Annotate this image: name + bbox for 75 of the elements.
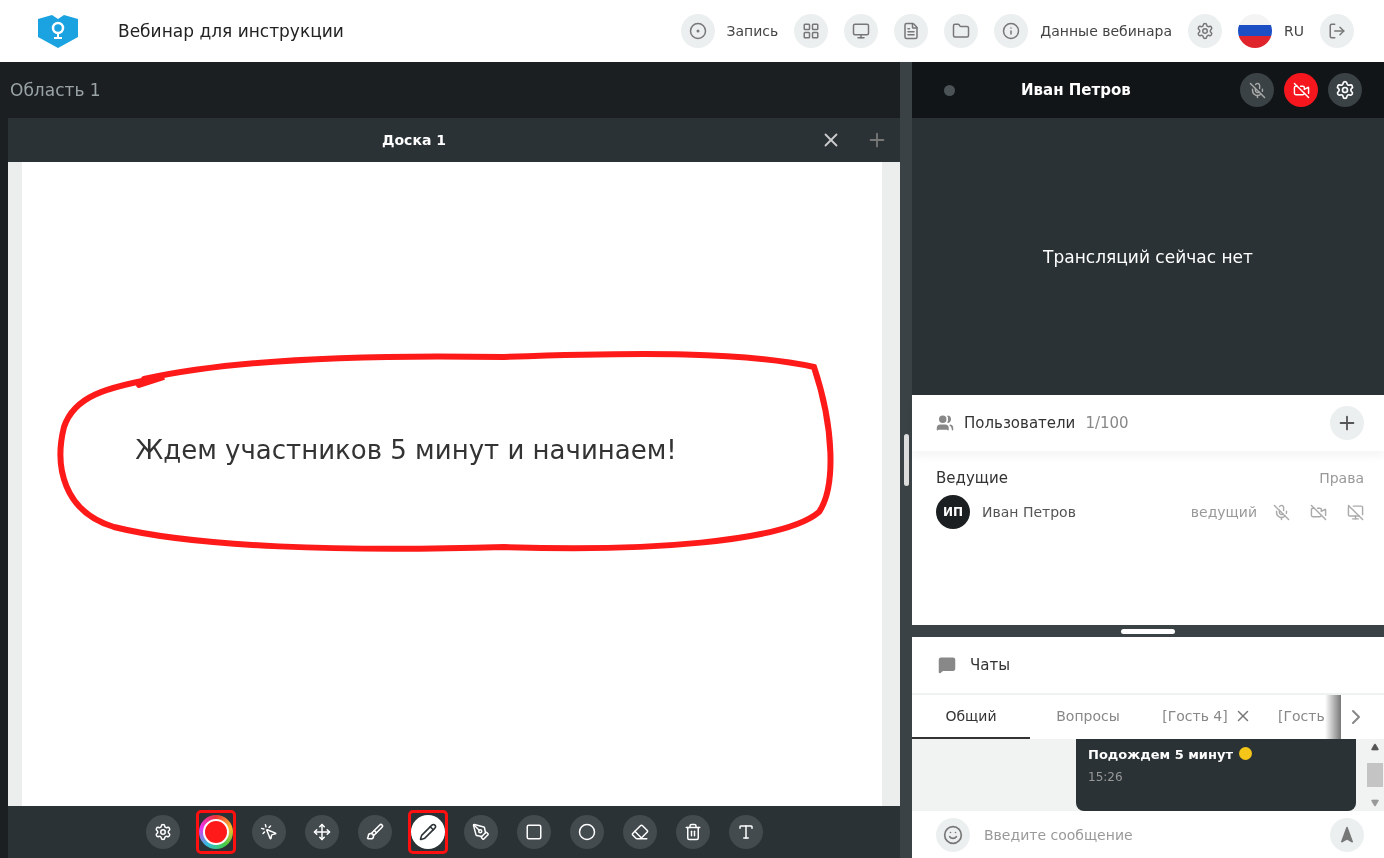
delete-icon [683,823,702,841]
pointer-icon [259,823,278,841]
user-role: ведущий [1190,504,1257,520]
monitor-icon [852,22,871,40]
board-text: Ждем участников 5 минут и начинаем! [135,435,677,465]
text-icon [736,823,755,841]
camera-off-button[interactable] [1284,73,1318,107]
move-tool[interactable] [304,815,339,849]
add-user-button[interactable] [1330,406,1364,440]
move-icon [312,823,331,841]
settings-tool[interactable] [145,815,180,849]
info-button[interactable] [994,14,1029,48]
settings-button[interactable] [1328,73,1362,107]
settings-icon [1335,80,1355,100]
presenter-name: Иван Петров [1021,81,1132,99]
avatar: ИП [936,495,970,529]
users-count: 1/100 [1085,414,1130,432]
resize-handle[interactable] [1121,628,1175,634]
scroll-down-icon[interactable] [1371,799,1379,807]
chats-title: Чаты [970,656,1011,674]
settings-icon [153,823,172,841]
users-title: Пользователи [964,414,1076,432]
grid-icon [802,22,821,40]
circle-tool[interactable] [569,815,604,849]
smile-icon [943,824,963,845]
flag-icon[interactable] [1238,14,1272,48]
record-icon [688,22,707,40]
eraser-icon [630,823,649,841]
tab-label: Доска 1 [381,132,447,148]
language-label: RU [1284,23,1304,39]
folder-button[interactable] [944,14,979,48]
eraser-tool[interactable] [622,815,657,849]
camera-off-icon [1292,81,1310,99]
brush-icon [365,823,384,841]
exit-button[interactable] [1320,14,1354,48]
no-stream-message: Трансляций сейчас нет [1043,246,1253,267]
status-dot [944,84,955,96]
delete-tool[interactable] [675,815,710,849]
smile-icon [1238,747,1252,760]
emoji-button[interactable] [936,817,970,852]
scroll-up-icon[interactable] [1371,743,1379,751]
mic-off-icon [1248,81,1266,99]
message-time: 15:26 [1088,770,1124,784]
settings-icon [1196,22,1214,40]
scroll-thumb[interactable] [1367,763,1383,787]
header-label: Данные вебинара [1040,23,1172,39]
info-icon [1002,22,1021,40]
pointer-tool[interactable] [251,815,286,849]
circle-icon [577,823,596,841]
users-icon [936,414,954,432]
pencil-icon [418,823,437,841]
send-icon [1338,825,1356,844]
grid-button[interactable] [794,14,829,48]
folder-icon [952,22,971,40]
group-title: Ведущие [936,469,1008,487]
chat-icon [938,656,956,674]
text-tool[interactable] [728,815,763,849]
user-name: Иван Петров [982,504,1077,520]
mic-off-button[interactable] [1240,73,1274,107]
send-button[interactable] [1330,817,1364,852]
exit-icon [1328,22,1346,40]
webinar-title: Вебинар для инструкции [118,21,345,41]
pen-tool[interactable] [463,815,498,849]
brush-tool[interactable] [357,815,392,849]
rights-label: Права [1319,470,1364,486]
record-button[interactable] [680,14,715,48]
pen-icon [471,823,490,841]
document-button[interactable] [894,14,929,48]
header-label: Запись [726,23,779,39]
rectangle-icon [524,823,543,841]
rectangle-tool[interactable] [516,815,551,849]
message-text: Подождем 5 минут [1088,747,1344,762]
monitor-button[interactable] [844,14,879,48]
document-icon [902,22,921,40]
resize-handle[interactable] [903,434,909,486]
